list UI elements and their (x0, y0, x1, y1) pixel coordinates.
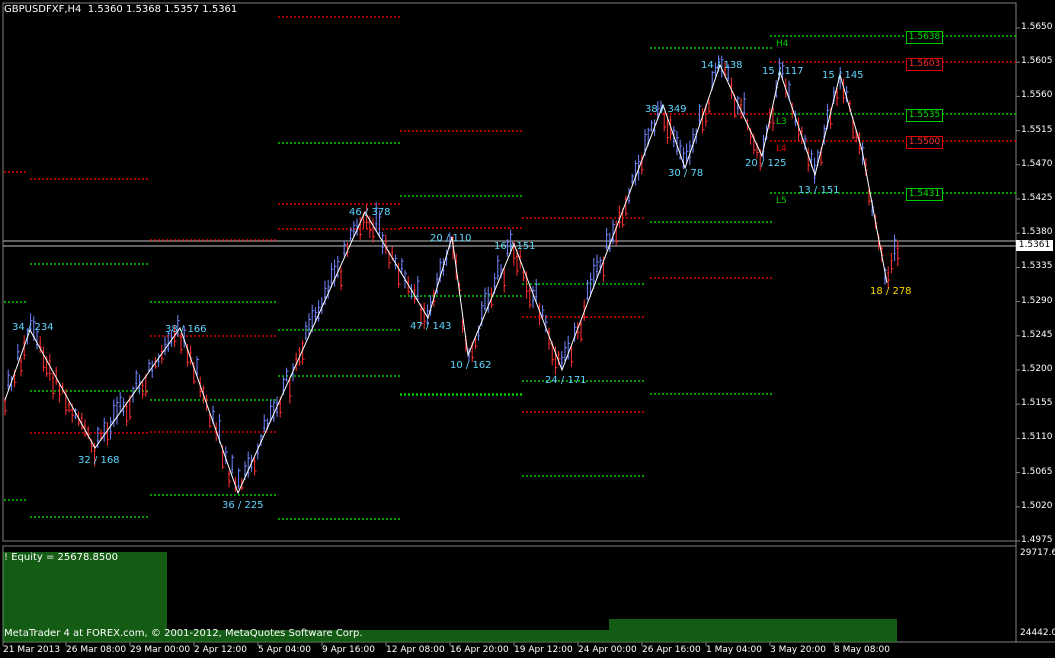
equity-axis-min: 24442.0 (1020, 628, 1055, 638)
zigzag-label: 20 / 110 (430, 233, 472, 244)
equity-label: ! Equity = 25678.8500 (4, 552, 118, 563)
zigzag-label: 38 / 349 (645, 104, 687, 115)
symbol-label: GBPUSDFXF,H4 (4, 4, 82, 15)
price-tick: 1.5605 (1021, 56, 1053, 67)
price-tick: 1.5650 (1021, 22, 1053, 32)
level-value-box: 1.5603 (906, 57, 943, 71)
time-tick: 1 May 04:00 (706, 645, 762, 655)
zigzag-label: 16 / 151 (494, 241, 536, 252)
price-tick: 1.5290 (1021, 295, 1053, 306)
level-value-box: 1.5431 (906, 188, 943, 202)
level-value-box: 1.5535 (906, 109, 943, 123)
chart-canvas[interactable] (0, 0, 1055, 658)
zigzag-label: 20 / 125 (745, 158, 787, 169)
level-name: L5 (776, 196, 787, 207)
zigzag-label: 14 / 138 (701, 60, 743, 71)
zigzag-label: 13 / 151 (798, 185, 840, 196)
time-tick: 26 Apr 16:00 (642, 645, 701, 655)
zigzag-label: 15 / 117 (762, 66, 804, 77)
zigzag-label: 10 / 162 (450, 360, 492, 371)
price-tick: 1.5155 (1021, 398, 1053, 409)
ohlc-values: 1.5360 1.5368 1.5357 1.5361 (87, 4, 238, 15)
time-tick: 29 Mar 00:00 (130, 645, 191, 655)
price-tick: 1.5020 (1021, 500, 1053, 511)
equity-axis-max: 29717.6 (1020, 548, 1055, 558)
level-value-box: 1.5638 (906, 31, 943, 45)
level-name: H4 (776, 39, 789, 50)
zigzag-label: 15 / 145 (822, 70, 864, 81)
time-tick: 9 Apr 16:00 (322, 645, 375, 655)
time-tick: 12 Apr 08:00 (386, 645, 445, 655)
zigzag-label: 32 / 168 (78, 455, 120, 466)
level-name: L4 (776, 144, 787, 154)
main-pane-frame (2, 2, 1017, 542)
price-tick: 1.5200 (1021, 364, 1053, 374)
price-tick: 1.5110 (1021, 432, 1053, 443)
zigzag-label: 24 / 171 (545, 375, 587, 386)
level-value-box: 1.5500 (906, 136, 943, 149)
time-tick: 19 Apr 12:00 (514, 645, 573, 655)
price-tick: 1.5380 (1021, 227, 1053, 238)
time-tick: 8 May 08:00 (834, 645, 890, 655)
copyright-text: MetaTrader 4 at FOREX.com, © 2001-2012, … (4, 628, 363, 639)
price-tick: 1.5065 (1021, 466, 1053, 477)
price-tick: 1.5470 (1021, 158, 1053, 169)
zigzag-label: 18 / 278 (870, 286, 912, 297)
zigzag-label: 46 / 378 (349, 207, 391, 218)
time-tick: 16 Apr 20:00 (450, 645, 509, 655)
zigzag-label: 34 / 234 (12, 322, 54, 333)
level-name: L3 (776, 117, 787, 128)
price-tick: 1.5560 (1021, 90, 1053, 101)
current-price-tag: 1.5361 (1016, 240, 1053, 251)
chart-header: GBPUSDFXF,H4 1.5360 1.5368 1.5357 1.5361 (4, 4, 237, 15)
time-tick: 2 Apr 12:00 (194, 645, 247, 655)
time-tick: 24 Apr 00:00 (578, 645, 637, 655)
price-tick: 1.4975 (1021, 535, 1053, 545)
time-tick: 21 Mar 2013 (3, 645, 61, 655)
zigzag-label: 36 / 225 (222, 500, 264, 511)
time-tick: 5 Apr 04:00 (258, 645, 311, 655)
zigzag-line (4, 63, 888, 495)
price-tick: 1.5245 (1021, 329, 1053, 340)
zigzag-label: 30 / 78 (668, 168, 704, 179)
time-tick: 3 May 20:00 (770, 645, 826, 655)
price-tick: 1.5335 (1021, 261, 1053, 272)
price-tick: 1.5425 (1021, 193, 1053, 203)
time-tick: 26 Mar 08:00 (66, 645, 127, 655)
zigzag-label: 38 / 166 (165, 324, 207, 335)
price-tick: 1.5515 (1021, 124, 1053, 135)
zigzag-label: 47 / 143 (410, 321, 452, 332)
